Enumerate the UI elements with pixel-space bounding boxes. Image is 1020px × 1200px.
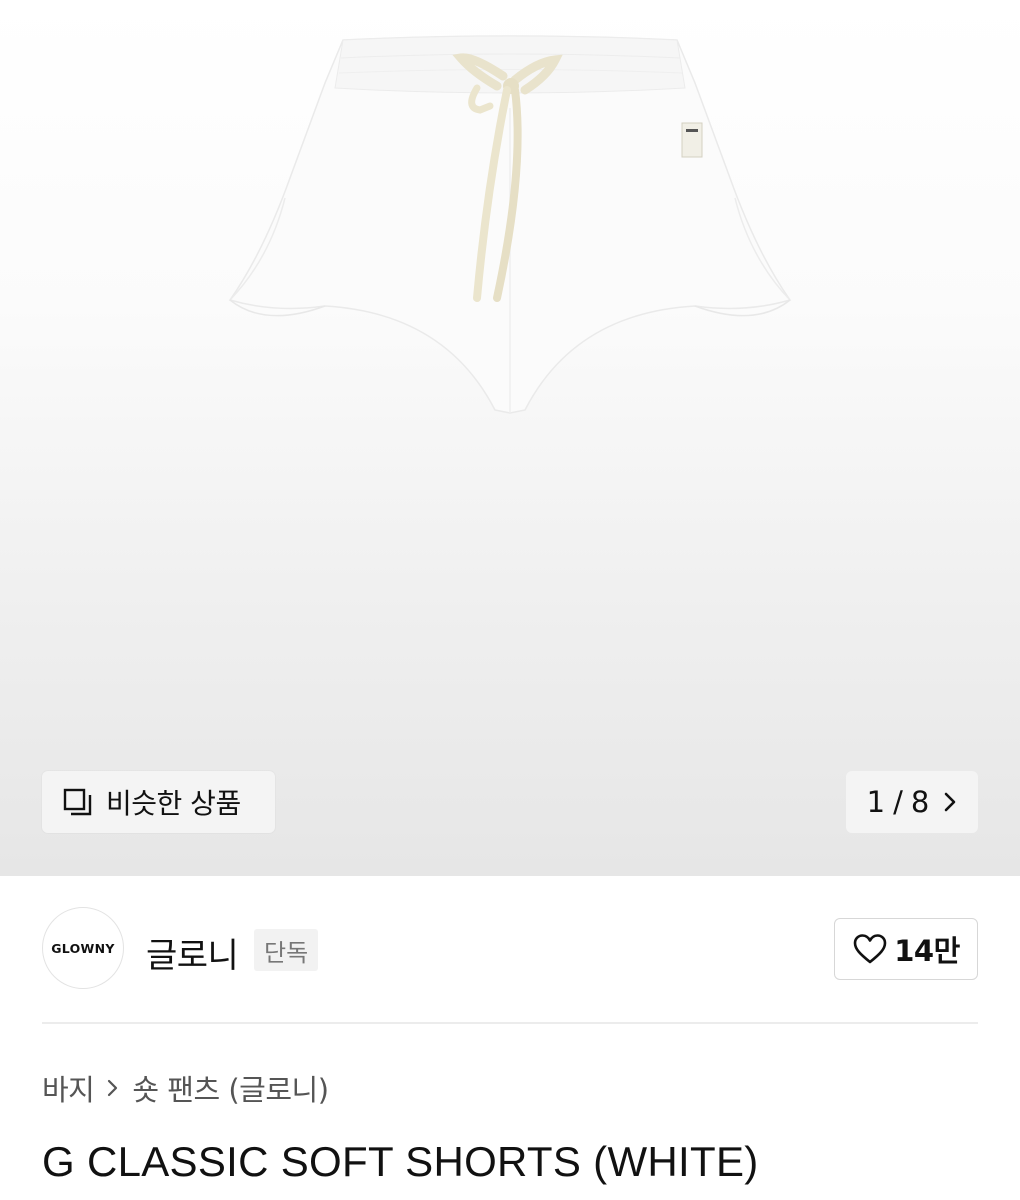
pager-separator: / [893, 785, 903, 819]
brand-logo[interactable]: GLOWNY [42, 907, 124, 989]
breadcrumb-item-pants[interactable]: 바지 [42, 1067, 95, 1109]
breadcrumb: 바지 숏 팬츠 (글로니) [42, 1067, 329, 1109]
heart-outline-icon [852, 932, 888, 966]
similar-items-icon [62, 786, 94, 818]
product-page: 비슷한 상품 1 / 8 GLOWNY 글로니 단독 14만 바지 숏 팬츠 (… [0, 0, 1020, 1200]
brand-name-link[interactable]: 글로니 [146, 928, 239, 977]
brand-logo-text: GLOWNY [51, 940, 115, 956]
product-image-shorts [228, 35, 792, 414]
product-title: G CLASSIC SOFT SHORTS (WHITE) [42, 1138, 759, 1185]
image-pager-button[interactable]: 1 / 8 [846, 771, 978, 833]
current-image-index: 1 [866, 785, 886, 819]
chevron-right-icon [943, 791, 957, 813]
chevron-right-icon [106, 1077, 120, 1099]
similar-products-button[interactable]: 비슷한 상품 [42, 771, 275, 833]
like-count: 14만 [894, 934, 960, 968]
brand-row: GLOWNY 글로니 단독 14만 [42, 907, 978, 991]
total-images-count: 8 [910, 785, 930, 819]
like-button[interactable]: 14만 [834, 918, 978, 980]
exclusive-badge: 단독 [254, 929, 319, 971]
product-image-gallery[interactable]: 비슷한 상품 1 / 8 [0, 0, 1020, 876]
section-divider [42, 1022, 978, 1024]
breadcrumb-item-short-pants[interactable]: 숏 팬츠 (글로니) [132, 1067, 329, 1109]
similar-products-label: 비슷한 상품 [106, 787, 241, 820]
